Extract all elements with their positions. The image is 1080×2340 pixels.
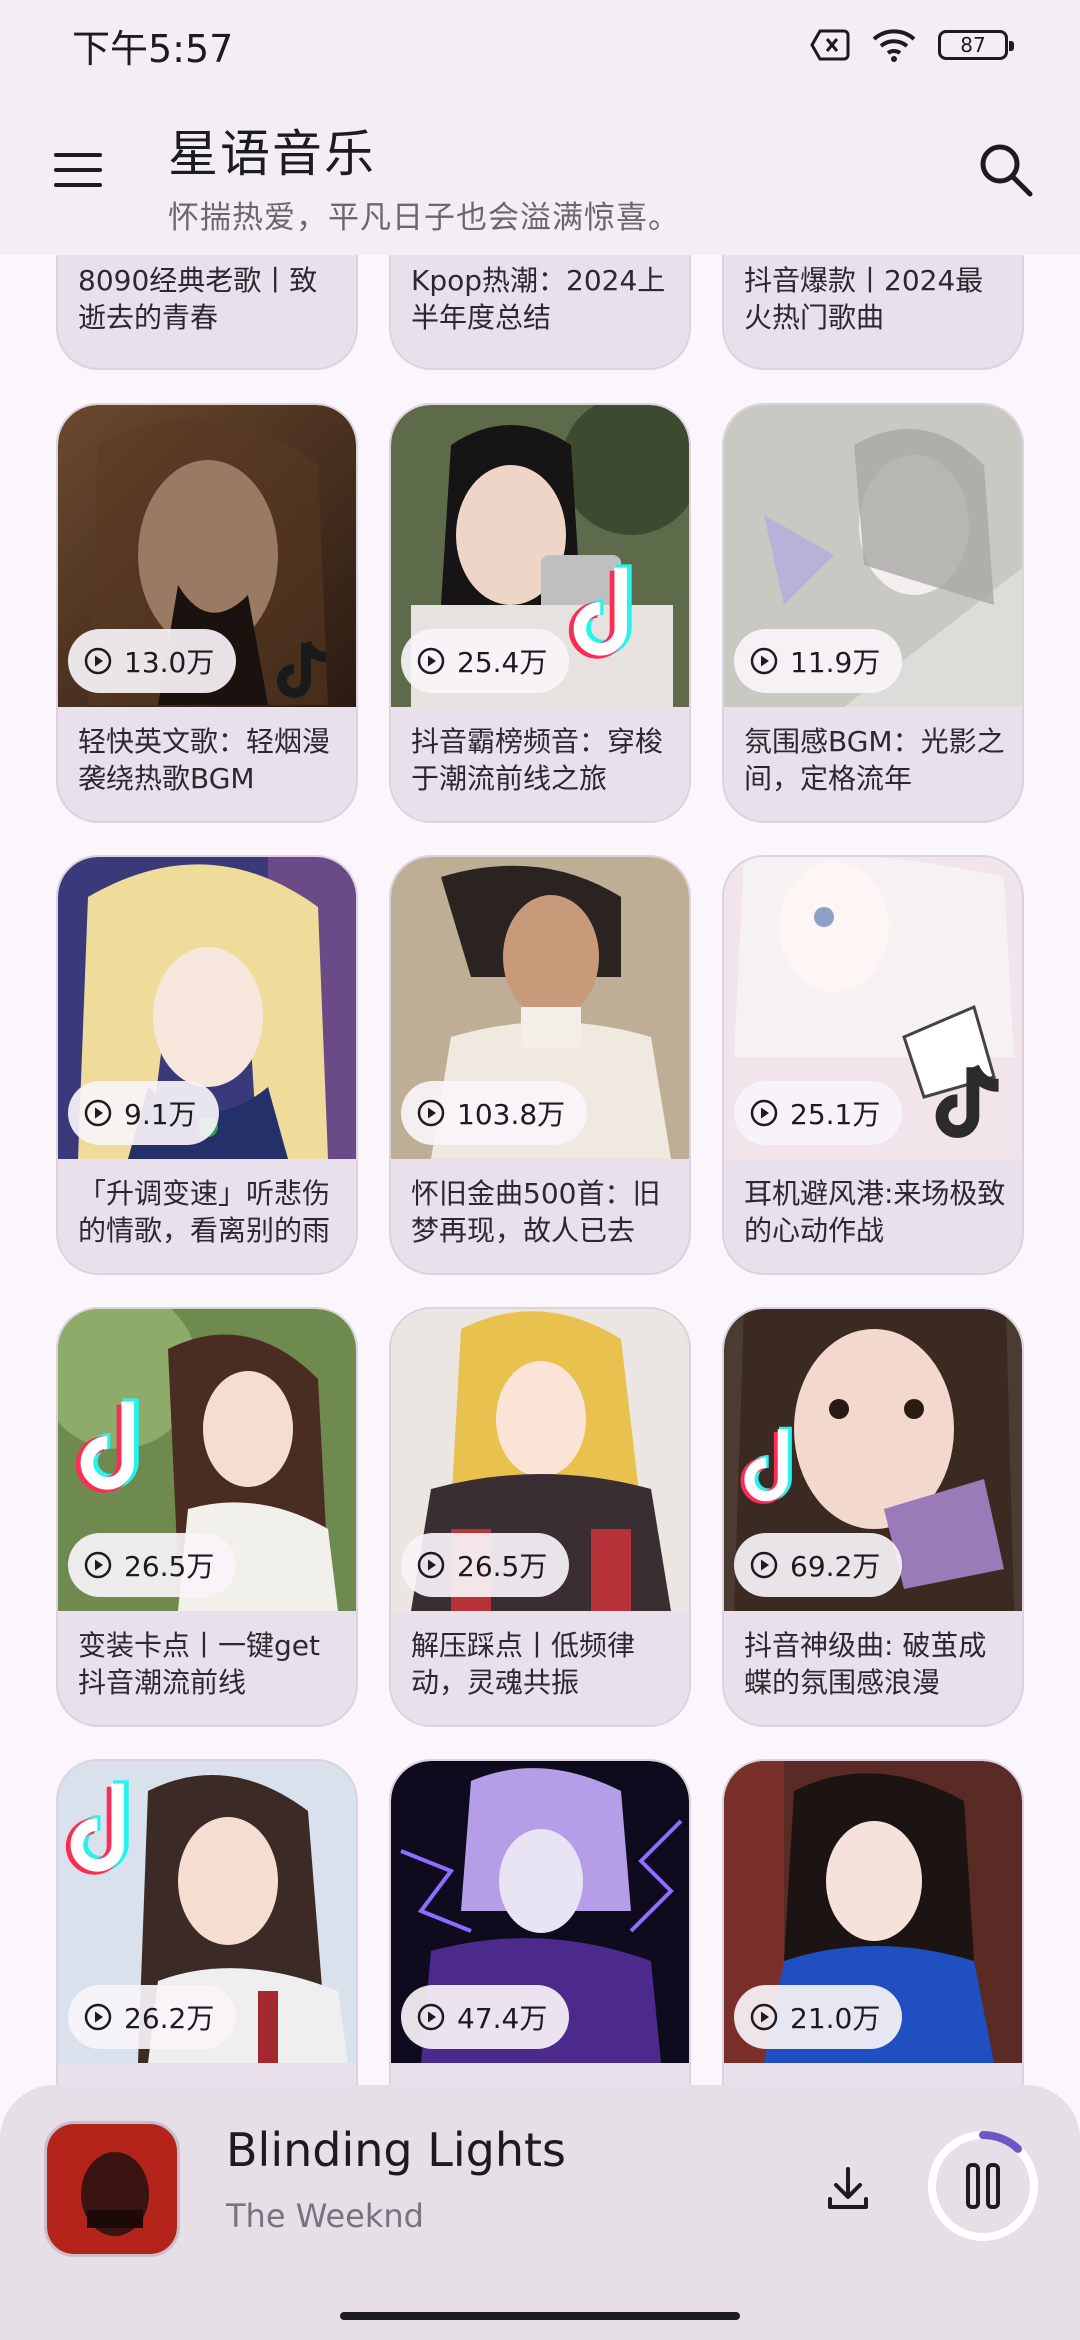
playlist-title: 「升调变速」听悲伤的情歌，看离别的雨 — [78, 1177, 331, 1247]
mini-player[interactable]: Blinding Lights The Weeknd — [0, 2085, 1080, 2340]
play-circle-icon — [750, 647, 778, 675]
playlist-card[interactable]: 13.0万 轻快英文歌：轻烟漫袭绕热歌BGM — [56, 403, 358, 823]
app-subtitle: 怀揣热爱，平凡日子也会溢满惊喜。 — [168, 200, 680, 236]
play-circle-icon — [84, 2003, 112, 2031]
play-count-badge: 26.2万 — [68, 1985, 237, 2049]
status-bar: 下午5:57 87 — [0, 0, 1080, 90]
title-block: 星语音乐 怀揣热爱，平凡日子也会溢满惊喜。 — [168, 114, 680, 237]
play-count: 11.9万 — [790, 646, 881, 679]
play-count: 25.1万 — [790, 1098, 881, 1131]
playlist-title: 抖音神级曲: 破茧成蝶的氛围感浪漫 — [744, 1629, 987, 1699]
play-circle-icon — [84, 1099, 112, 1127]
play-count: 25.4万 — [457, 646, 548, 679]
track-title[interactable]: Blinding Lights — [226, 2123, 566, 2177]
play-circle-icon — [417, 647, 445, 675]
battery-icon: 87 — [938, 30, 1014, 60]
play-count-badge: 26.5万 — [68, 1533, 237, 1597]
playlist-grid: 8090经典老歌丨致逝去的青春 Kpop热潮：2024上半年度总结 抖音爆款丨2… — [0, 255, 1080, 2085]
play-count-badge: 69.2万 — [734, 1533, 903, 1597]
playlist-card[interactable]: 25.4万 抖音霸榜频音：穿梭于潮流前线之旅 — [389, 403, 691, 823]
search-icon[interactable] — [974, 138, 1038, 202]
tiktok-logo-icon — [568, 564, 632, 659]
play-count-badge: 9.1万 — [68, 1081, 219, 1145]
download-icon[interactable] — [822, 2163, 874, 2215]
home-indicator — [340, 2312, 740, 2320]
playlist-card[interactable]: 69.2万 抖音神级曲: 破茧成蝶的氛围感浪漫 — [722, 1307, 1024, 1727]
pause-icon — [966, 2163, 1000, 2209]
track-artist[interactable]: The Weeknd — [226, 2197, 424, 2235]
play-count: 26.2万 — [124, 2002, 215, 2035]
playlist-title: 解压踩点丨低频律动，灵魂共振 — [411, 1629, 636, 1699]
playlist-card[interactable]: 26.2万 — [56, 1759, 358, 2085]
status-icons: 87 — [810, 28, 1014, 62]
playlist-title: 变装卡点丨一键get抖音潮流前线 — [78, 1629, 320, 1699]
battery-level: 87 — [960, 33, 986, 57]
playlist-card[interactable]: 11.9万 氛围感BGM：光影之间，定格流年 — [722, 403, 1024, 823]
play-circle-icon — [750, 1551, 778, 1579]
playlist-card[interactable]: 26.5万 变装卡点丨一键get抖音潮流前线 — [56, 1307, 358, 1727]
progress-ring — [928, 2131, 1038, 2241]
play-count-badge: 11.9万 — [734, 629, 903, 693]
play-circle-icon — [750, 2003, 778, 2031]
pause-button[interactable] — [926, 2129, 1040, 2243]
play-circle-icon — [84, 647, 112, 675]
play-circle-icon — [84, 1551, 112, 1579]
play-count-badge: 47.4万 — [401, 1985, 570, 2049]
playlist-card[interactable]: 26.5万 解压踩点丨低频律动，灵魂共振 — [389, 1307, 691, 1727]
play-count-badge: 13.0万 — [68, 629, 237, 693]
playlist-title: 抖音爆款丨2024最火热门歌曲 — [744, 264, 984, 334]
tiktok-logo-icon — [75, 1398, 139, 1493]
playlist-card[interactable]: 21.0万 — [722, 1759, 1024, 2085]
playlist-card[interactable]: 抖音爆款丨2024最火热门歌曲 — [722, 255, 1024, 370]
play-count: 103.8万 — [457, 1098, 566, 1131]
play-count: 21.0万 — [790, 2002, 881, 2035]
play-count-badge: 25.4万 — [401, 629, 570, 693]
status-time: 下午5:57 — [72, 26, 234, 71]
menu-icon[interactable] — [50, 145, 106, 195]
playlist-title: 8090经典老歌丨致逝去的青春 — [78, 264, 318, 334]
playlist-title: 氛围感BGM：光影之间，定格流年 — [744, 725, 1005, 795]
playlist-title: 轻快英文歌：轻烟漫袭绕热歌BGM — [78, 725, 331, 795]
play-circle-icon — [417, 1099, 445, 1127]
play-circle-icon — [417, 1551, 445, 1579]
playlist-card[interactable]: 47.4万 — [389, 1759, 691, 2085]
play-circle-icon — [417, 2003, 445, 2031]
playlist-card[interactable]: 25.1万 耳机避风港:来场极致的心动作战 — [722, 855, 1024, 1275]
playlist-title: 抖音霸榜频音：穿梭于潮流前线之旅 — [411, 725, 664, 795]
playlist-card[interactable]: Kpop热潮：2024上半年度总结 — [389, 255, 691, 370]
play-count: 47.4万 — [457, 2002, 548, 2035]
play-count-badge: 26.5万 — [401, 1533, 570, 1597]
playlist-card[interactable]: 9.1万 「升调变速」听悲伤的情歌，看离别的雨 — [56, 855, 358, 1275]
play-circle-icon — [750, 1099, 778, 1127]
playlist-title: Kpop热潮：2024上半年度总结 — [411, 264, 666, 334]
tiktok-logo-icon — [65, 1780, 129, 1875]
playlist-card[interactable]: 103.8万 怀旧金曲500首：旧梦再现，故人已去 — [389, 855, 691, 1275]
sim-card-icon — [810, 29, 850, 61]
play-count: 9.1万 — [124, 1098, 197, 1131]
app-header: 星语音乐 怀揣热爱，平凡日子也会溢满惊喜。 — [0, 90, 1080, 255]
tiktok-logo-icon — [740, 1426, 792, 1504]
play-count-badge: 21.0万 — [734, 1985, 903, 2049]
play-count-badge: 25.1万 — [734, 1081, 903, 1145]
tiktok-logo-icon — [277, 640, 327, 698]
play-count: 69.2万 — [790, 1550, 881, 1583]
play-count: 26.5万 — [457, 1550, 548, 1583]
play-count: 26.5万 — [124, 1550, 215, 1583]
playlist-title: 怀旧金曲500首：旧梦再现，故人已去 — [411, 1177, 661, 1247]
play-count: 13.0万 — [124, 646, 215, 679]
wifi-icon — [872, 29, 916, 62]
playlist-title: 耳机避风港:来场极致的心动作战 — [744, 1177, 1006, 1247]
album-art[interactable] — [44, 2121, 180, 2257]
playlist-card[interactable]: 8090经典老歌丨致逝去的青春 — [56, 255, 358, 370]
play-count-badge: 103.8万 — [401, 1081, 588, 1145]
tiktok-logo-icon — [935, 1064, 999, 1138]
app-title: 星语音乐 — [168, 125, 376, 183]
